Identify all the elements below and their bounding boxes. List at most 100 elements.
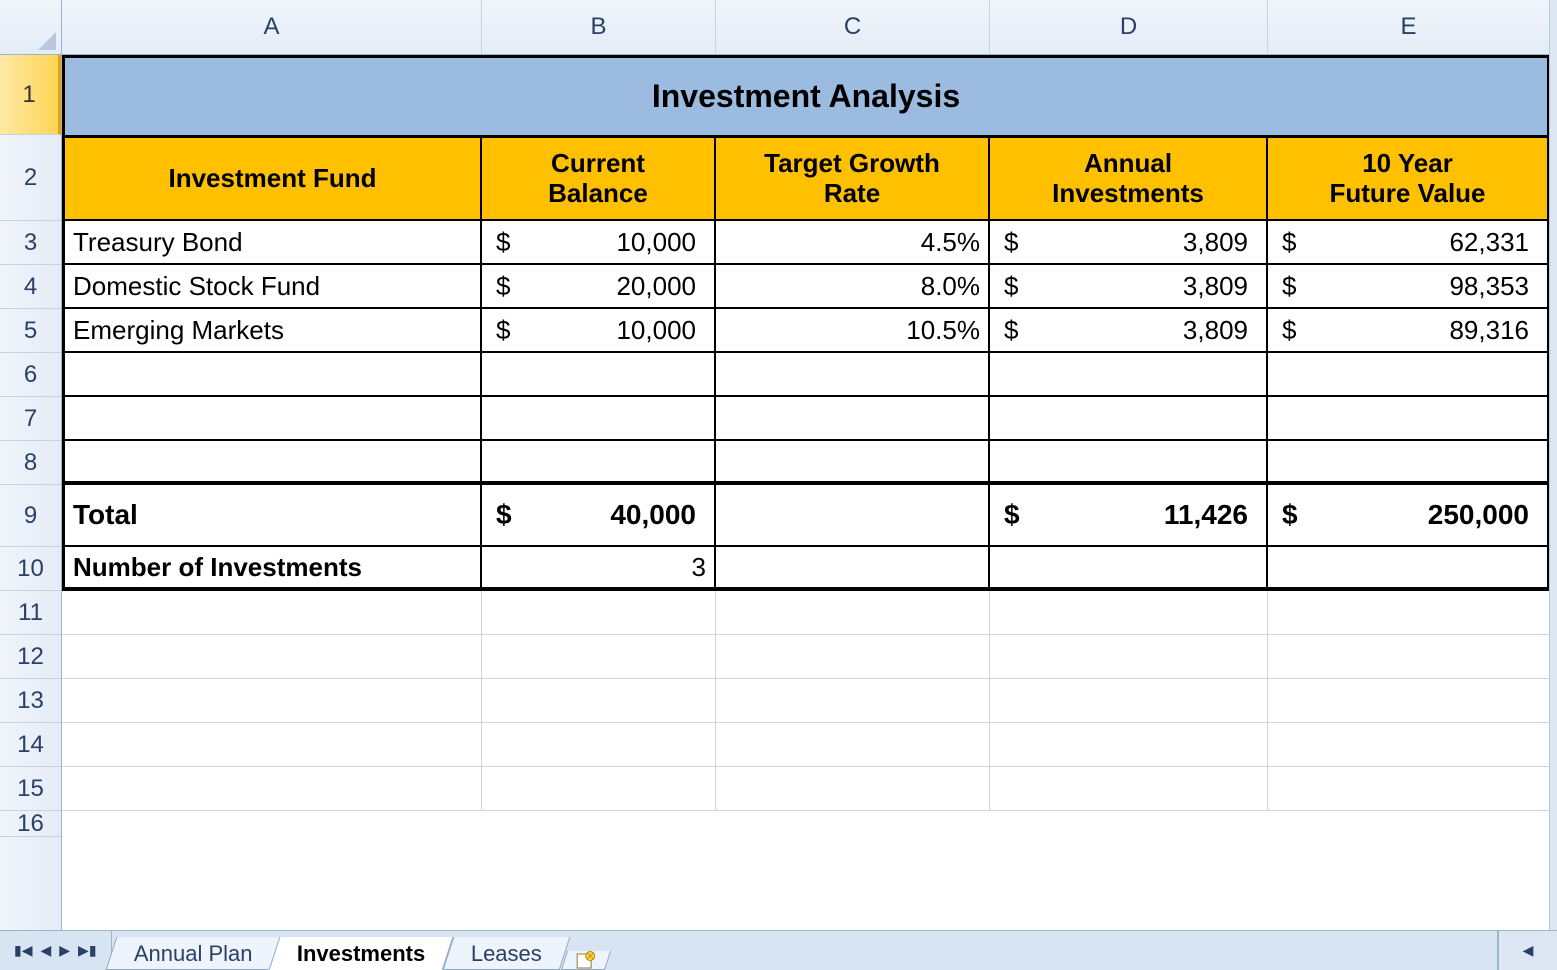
cell-A12[interactable]	[62, 635, 482, 679]
cell-growth-0[interactable]: 4.5%	[716, 221, 990, 265]
row-header-16[interactable]: 16	[0, 811, 61, 837]
tab-investments[interactable]: Investments	[269, 937, 454, 970]
col-header-A[interactable]: A	[62, 0, 482, 54]
row-header-11[interactable]: 11	[0, 591, 61, 635]
cell-A6[interactable]	[62, 353, 482, 397]
row-header-5[interactable]: 5	[0, 309, 61, 353]
cell-total-annual[interactable]: $ 11,426	[990, 485, 1268, 547]
col-header-D[interactable]: D	[990, 0, 1268, 54]
cell-C11[interactable]	[716, 591, 990, 635]
cell-A11[interactable]	[62, 591, 482, 635]
cell-A15[interactable]	[62, 767, 482, 811]
cell-balance-0[interactable]: $ 10,000	[482, 221, 716, 265]
cell-C12[interactable]	[716, 635, 990, 679]
cell-E7[interactable]	[1268, 397, 1550, 441]
cell-E10[interactable]	[1268, 547, 1550, 591]
cell-count-value[interactable]: 3	[482, 547, 716, 591]
cell-E6[interactable]	[1268, 353, 1550, 397]
cell-E12[interactable]	[1268, 635, 1550, 679]
cell-count-label[interactable]: Number of Investments	[62, 547, 482, 591]
header-fv[interactable]: 10 Year Future Value	[1268, 135, 1550, 221]
cell-B7[interactable]	[482, 397, 716, 441]
cell-balance-2[interactable]: $ 10,000	[482, 309, 716, 353]
cell-D7[interactable]	[990, 397, 1268, 441]
cell-B15[interactable]	[482, 767, 716, 811]
cell-E13[interactable]	[1268, 679, 1550, 723]
row-header-3[interactable]: 3	[0, 221, 61, 265]
title-cell[interactable]: Investment Analysis	[62, 55, 1550, 135]
row-header-13[interactable]: 13	[0, 679, 61, 723]
cell-A13[interactable]	[62, 679, 482, 723]
nav-prev-icon[interactable]: ◀	[40, 942, 51, 959]
cell-D6[interactable]	[990, 353, 1268, 397]
header-balance[interactable]: Current Balance	[482, 135, 716, 221]
cell-D15[interactable]	[990, 767, 1268, 811]
cell-B13[interactable]	[482, 679, 716, 723]
cell-fund-2[interactable]: Emerging Markets	[62, 309, 482, 353]
cell-total-balance[interactable]: $ 40,000	[482, 485, 716, 547]
cell-fund-1[interactable]: Domestic Stock Fund	[62, 265, 482, 309]
row-header-10[interactable]: 10	[0, 547, 61, 591]
cell-B12[interactable]	[482, 635, 716, 679]
cell-E11[interactable]	[1268, 591, 1550, 635]
cell-D12[interactable]	[990, 635, 1268, 679]
cell-growth-2[interactable]: 10.5%	[716, 309, 990, 353]
header-growth[interactable]: Target Growth Rate	[716, 135, 990, 221]
cell-total-fv[interactable]: $ 250,000	[1268, 485, 1550, 547]
cell-E8[interactable]	[1268, 441, 1550, 485]
row-header-14[interactable]: 14	[0, 723, 61, 767]
header-annual[interactable]: Annual Investments	[990, 135, 1268, 221]
cell-B6[interactable]	[482, 353, 716, 397]
cell-balance-1[interactable]: $ 20,000	[482, 265, 716, 309]
tab-annual-plan[interactable]: Annual Plan	[105, 937, 280, 970]
cell-B11[interactable]	[482, 591, 716, 635]
row-header-4[interactable]: 4	[0, 265, 61, 309]
cell-C8[interactable]	[716, 441, 990, 485]
header-fund[interactable]: Investment Fund	[62, 135, 482, 221]
new-sheet-button[interactable]	[560, 951, 610, 970]
cell-D13[interactable]	[990, 679, 1268, 723]
cell-D14[interactable]	[990, 723, 1268, 767]
cell-B8[interactable]	[482, 441, 716, 485]
row-header-8[interactable]: 8	[0, 441, 61, 485]
cell-C14[interactable]	[716, 723, 990, 767]
cell-annual-1[interactable]: $ 3,809	[990, 265, 1268, 309]
row-header-15[interactable]: 15	[0, 767, 61, 811]
hscroll-left-button[interactable]: ◀	[1497, 931, 1557, 970]
row-header-6[interactable]: 6	[0, 353, 61, 397]
row-header-9[interactable]: 9	[0, 485, 61, 547]
cell-C15[interactable]	[716, 767, 990, 811]
nav-first-icon[interactable]: ▮◀	[14, 942, 32, 959]
cell-fund-0[interactable]: Treasury Bond	[62, 221, 482, 265]
cell-annual-0[interactable]: $ 3,809	[990, 221, 1268, 265]
row-header-12[interactable]: 12	[0, 635, 61, 679]
cell-A8[interactable]	[62, 441, 482, 485]
row-header-2[interactable]: 2	[0, 135, 61, 221]
cell-C7[interactable]	[716, 397, 990, 441]
cell-A14[interactable]	[62, 723, 482, 767]
grid-area[interactable]: Investment Analysis Investment Fund Curr…	[62, 55, 1557, 930]
cell-fv-2[interactable]: $ 89,316	[1268, 309, 1550, 353]
cell-total-growth[interactable]	[716, 485, 990, 547]
cell-fv-0[interactable]: $ 62,331	[1268, 221, 1550, 265]
nav-last-icon[interactable]: ▶▮	[78, 942, 96, 959]
cell-D8[interactable]	[990, 441, 1268, 485]
row-header-1[interactable]: 1	[0, 55, 61, 135]
cell-total-label[interactable]: Total	[62, 485, 482, 547]
vertical-scrollbar-area[interactable]	[1549, 0, 1557, 930]
cell-growth-1[interactable]: 8.0%	[716, 265, 990, 309]
cell-annual-2[interactable]: $ 3,809	[990, 309, 1268, 353]
cell-C10[interactable]	[716, 547, 990, 591]
col-header-B[interactable]: B	[482, 0, 716, 54]
cell-E14[interactable]	[1268, 723, 1550, 767]
cell-A7[interactable]	[62, 397, 482, 441]
cell-D11[interactable]	[990, 591, 1268, 635]
row-header-7[interactable]: 7	[0, 397, 61, 441]
nav-next-icon[interactable]: ▶	[59, 942, 70, 959]
cell-C6[interactable]	[716, 353, 990, 397]
select-all-corner[interactable]	[0, 0, 62, 55]
cell-fv-1[interactable]: $ 98,353	[1268, 265, 1550, 309]
cell-C13[interactable]	[716, 679, 990, 723]
tab-leases[interactable]: Leases	[442, 937, 570, 970]
cell-E15[interactable]	[1268, 767, 1550, 811]
